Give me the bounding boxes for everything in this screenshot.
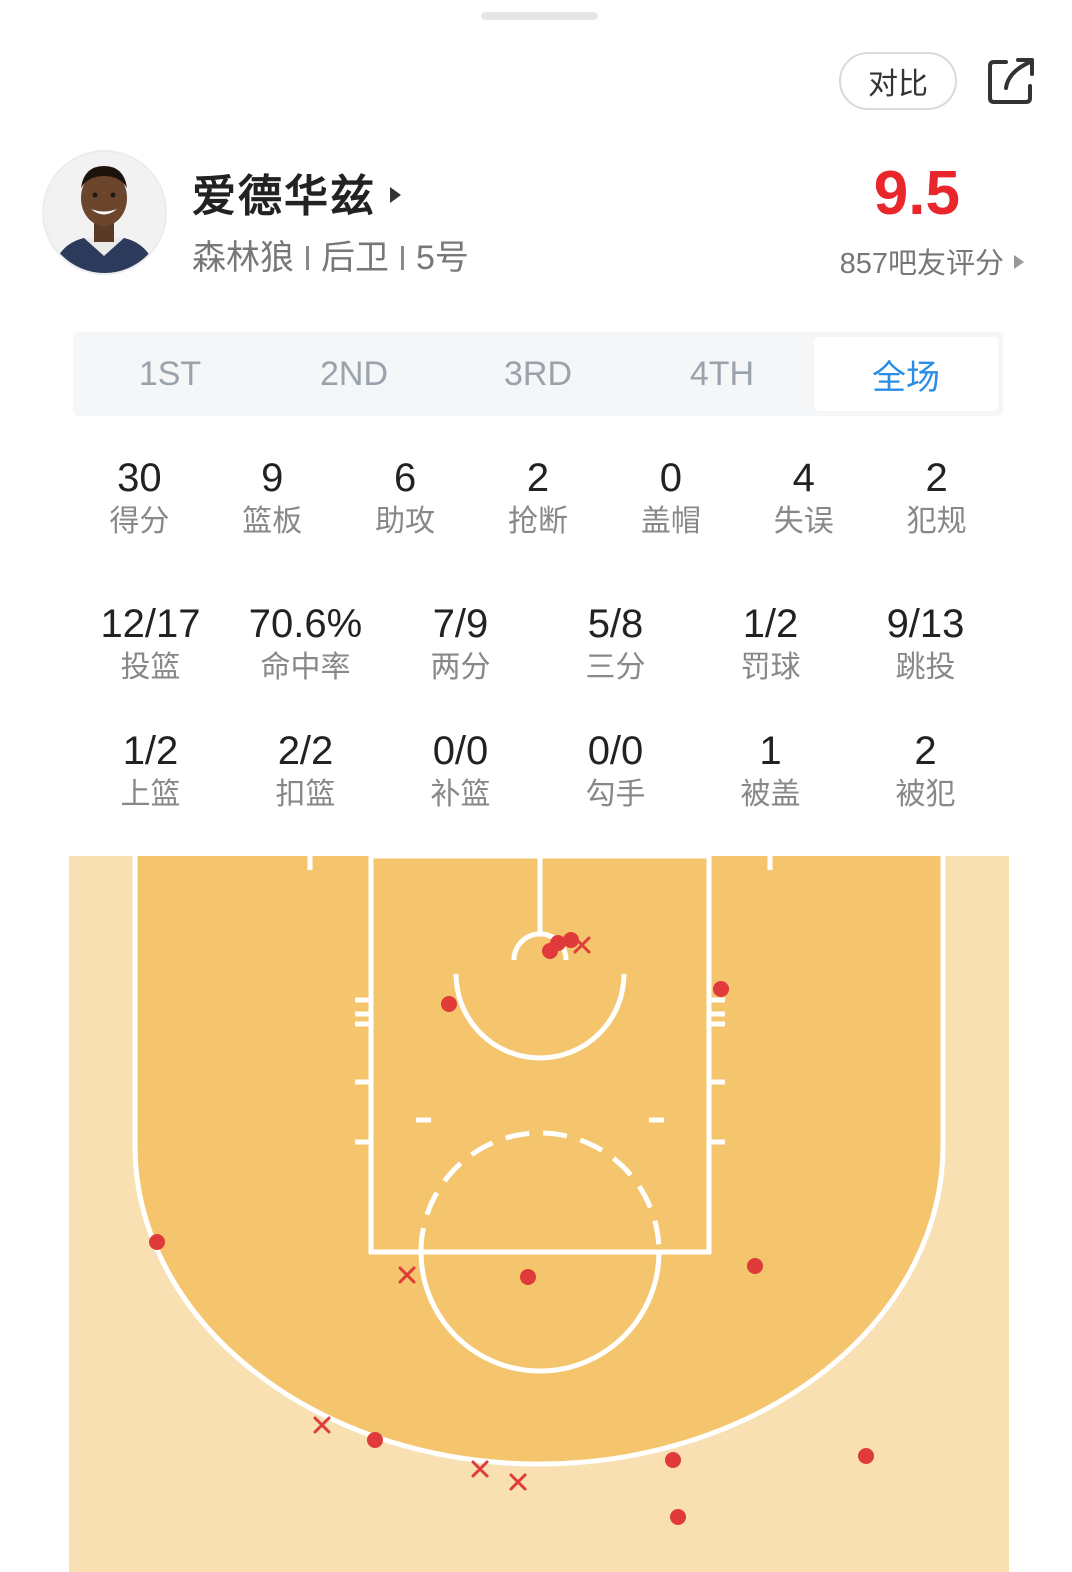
stat-2pt: 7/9 两分 <box>383 600 538 688</box>
stat-value: 0 <box>659 456 682 500</box>
caret-right-icon <box>1014 255 1024 270</box>
tab-1st[interactable]: 1ST <box>78 337 262 411</box>
stat-value: 0/0 <box>432 729 489 773</box>
player-rating: 9.5 <box>873 159 960 228</box>
stat-fouls: 2 犯规 <box>870 454 1003 542</box>
stat-label: 罚球 <box>740 651 801 684</box>
drag-handle[interactable] <box>481 12 598 20</box>
rating-count-link[interactable]: 857吧友评分 <box>840 240 1024 282</box>
stat-turnovers: 4 失误 <box>737 454 870 542</box>
stat-value: 2 <box>526 456 550 500</box>
stat-value: 70.6% <box>248 602 363 646</box>
stat-fg: 12/17 投篮 <box>73 600 228 688</box>
stat-label: 被犯 <box>895 778 956 811</box>
tab-2nd[interactable]: 2ND <box>262 337 446 411</box>
caret-right-icon <box>390 187 401 204</box>
made-shot <box>520 1269 536 1285</box>
player-position: 后卫 <box>321 239 389 277</box>
stat-value: 1 <box>759 729 782 773</box>
stat-label: 失误 <box>773 505 834 538</box>
stat-label: 篮板 <box>242 505 303 538</box>
player-team: 森林狼 <box>192 239 294 277</box>
separator <box>306 246 309 271</box>
player-photo <box>44 152 165 273</box>
stat-label: 三分 <box>585 651 646 684</box>
player-avatar[interactable] <box>42 150 167 275</box>
stat-value: 2/2 <box>277 729 334 773</box>
stat-label: 扣篮 <box>275 778 336 811</box>
stat-value: 9 <box>261 456 284 500</box>
stat-dunk: 2/2 扣篮 <box>228 727 383 815</box>
stats-shot-types-row: 1/2 上篮 2/2 扣篮 0/0 补篮 0/0 勾手 1 被盖 2 被犯 <box>73 727 1003 815</box>
court-svg <box>69 856 1009 1572</box>
made-shot <box>670 1509 686 1525</box>
stats-shooting-row: 12/17 投篮 70.6% 命中率 7/9 两分 5/8 三分 1/2 罚球 9/13 跳… <box>73 600 1003 688</box>
stat-value: 9/13 <box>886 602 965 646</box>
stat-label: 命中率 <box>260 651 351 684</box>
stat-label: 抢断 <box>508 505 568 538</box>
stat-value: 1/2 <box>742 602 799 646</box>
made-shot <box>149 1234 165 1250</box>
rating-count-label[interactable]: 857吧友评分 <box>840 248 1004 280</box>
made-shot <box>858 1448 874 1464</box>
made-shot <box>367 1432 383 1448</box>
stat-value: 2 <box>914 729 937 773</box>
stat-blocks: 0 盖帽 <box>604 454 737 542</box>
player-meta: 森林狼 后卫 5号 <box>192 230 469 279</box>
player-name-text[interactable]: 爱德华兹 <box>192 172 376 221</box>
stat-putback: 0/0 补篮 <box>383 727 538 815</box>
stat-label: 跳投 <box>895 651 956 684</box>
compare-button[interactable]: 对比 <box>839 52 957 110</box>
stat-steals: 2 抢断 <box>472 454 605 542</box>
stat-label: 助攻 <box>375 505 436 538</box>
stat-value: 2 <box>925 456 948 500</box>
period-tabs: 1ST 2ND 3RD 4TH 全场 <box>73 332 1003 416</box>
made-shot <box>665 1452 681 1468</box>
made-shot <box>747 1258 763 1274</box>
tab-3rd[interactable]: 3RD <box>446 337 630 411</box>
player-number: 5号 <box>416 239 469 277</box>
stat-label: 犯规 <box>906 505 967 538</box>
stat-label: 补篮 <box>430 778 491 811</box>
stat-fouled: 2 被犯 <box>848 727 1003 815</box>
stat-value: 12/17 <box>100 602 201 646</box>
stat-jumpshot: 9/13 跳投 <box>848 600 1003 688</box>
made-shot <box>713 981 729 997</box>
stat-hook: 0/0 勾手 <box>538 727 693 815</box>
separator <box>401 246 404 271</box>
stat-points: 30 得分 <box>73 454 206 542</box>
stat-value: 5/8 <box>587 602 644 646</box>
stat-label: 投篮 <box>120 651 181 684</box>
stat-blocked: 1 被盖 <box>693 727 848 815</box>
stat-label: 上篮 <box>120 778 181 811</box>
stat-label: 得分 <box>109 505 170 538</box>
stats-primary-row: 30 得分 9 篮板 6 助攻 2 抢断 0 盖帽 4 失误 2 犯规 <box>73 454 1003 542</box>
stat-value: 6 <box>394 456 417 500</box>
stat-label: 两分 <box>430 651 491 684</box>
stat-value: 7/9 <box>432 602 489 646</box>
made-shot <box>441 996 457 1012</box>
shot-chart <box>69 856 1009 1572</box>
stat-rebounds: 9 篮板 <box>206 454 339 542</box>
stat-value: 0/0 <box>587 729 644 773</box>
share-icon[interactable] <box>984 52 1040 108</box>
stat-label: 勾手 <box>585 778 646 811</box>
player-name[interactable]: 爱德华兹 <box>192 160 401 224</box>
stat-value: 1/2 <box>122 729 179 773</box>
stat-fg-pct: 70.6% 命中率 <box>228 600 383 688</box>
stat-assists: 6 助攻 <box>339 454 472 542</box>
tab-full-game[interactable]: 全场 <box>814 337 998 411</box>
stat-label: 被盖 <box>740 778 801 811</box>
stat-value: 4 <box>792 456 815 500</box>
stat-layup: 1/2 上篮 <box>73 727 228 815</box>
stat-label: 盖帽 <box>640 505 701 538</box>
stat-3pt: 5/8 三分 <box>538 600 693 688</box>
stat-value: 30 <box>117 456 162 500</box>
tab-4th[interactable]: 4TH <box>630 337 814 411</box>
stat-ft: 1/2 罚球 <box>693 600 848 688</box>
